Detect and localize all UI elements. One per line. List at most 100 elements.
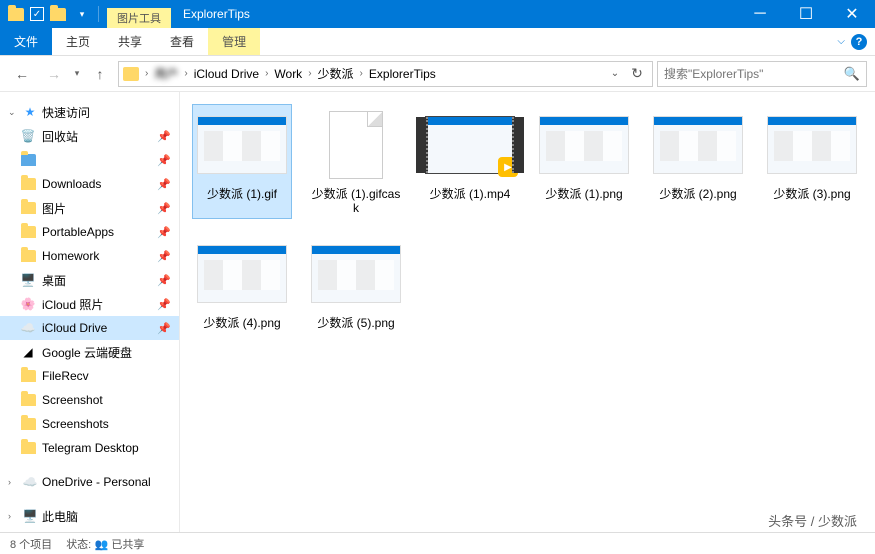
file-thumbnail — [538, 107, 630, 183]
breadcrumb-dropdown-icon[interactable]: ⌄ — [604, 63, 626, 85]
folder-icon — [20, 368, 36, 384]
file-item[interactable]: 少数派 (1).gifcask — [306, 104, 406, 219]
sidebar-item-filerecv[interactable]: FileRecv — [0, 364, 179, 388]
status-state: 状态: 👥 已共享 — [66, 536, 144, 552]
file-label: 少数派 (4).png — [203, 316, 280, 330]
sidebar-item-screenshots[interactable]: Screenshots — [0, 412, 179, 436]
tab-share[interactable]: 共享 — [104, 28, 156, 55]
file-label: 少数派 (3).png — [773, 187, 850, 201]
search-input[interactable] — [664, 67, 844, 81]
file-pane[interactable]: 少数派 (1).gif少数派 (1).gifcask▶少数派 (1).mp4少数… — [180, 92, 875, 532]
recycle-icon: 🗑️ — [20, 128, 36, 144]
pin-icon: 📌 — [157, 250, 171, 263]
breadcrumb-item[interactable]: ExplorerTips — [365, 67, 440, 81]
file-label: 少数派 (1).png — [545, 187, 622, 201]
sidebar-item-downloads[interactable]: Downloads📌 — [0, 172, 179, 196]
file-item[interactable]: 少数派 (5).png — [306, 233, 406, 333]
folder-icon — [20, 224, 36, 240]
breadcrumb-item[interactable]: iCloud Drive — [190, 67, 263, 81]
chevron-right-icon[interactable]: › — [358, 68, 365, 79]
status-bar: 8 个项目 状态: 👥 已共享 — [0, 532, 875, 554]
file-item[interactable]: 少数派 (2).png — [648, 104, 748, 219]
chevron-right-icon[interactable]: › — [306, 68, 313, 79]
icloud-icon: ☁️ — [20, 320, 36, 336]
sidebar: ⌄ ★ 快速访问 🗑️回收站📌 📌 Downloads📌 图片📌 Portabl… — [0, 92, 180, 532]
chevron-down-icon[interactable]: ⌄ — [8, 107, 18, 118]
chevron-right-icon[interactable]: › — [263, 68, 270, 79]
folder-icon — [20, 152, 36, 168]
pin-icon: 📌 — [157, 274, 171, 287]
file-thumbnail — [652, 107, 744, 183]
quick-access-toolbar: ✓ ▾ — [0, 4, 101, 24]
breadcrumb-item[interactable]: Work — [270, 67, 306, 81]
sidebar-item-screenshot[interactable]: Screenshot — [0, 388, 179, 412]
breadcrumb-item[interactable]: 少数派 — [314, 65, 358, 82]
tab-view[interactable]: 查看 — [156, 28, 208, 55]
breadcrumb[interactable]: › 用户 › iCloud Drive › Work › 少数派 › Explo… — [118, 61, 653, 87]
chevron-right-icon[interactable]: › — [8, 477, 18, 487]
pin-icon: 📌 — [157, 130, 171, 143]
pin-icon: 📌 — [157, 154, 171, 167]
qat-folder2-icon[interactable] — [48, 4, 68, 24]
status-count: 8 个项目 — [10, 536, 52, 552]
sidebar-item-portable[interactable]: PortableApps📌 — [0, 220, 179, 244]
breadcrumb-item-hidden[interactable]: 用户 — [150, 65, 182, 82]
desktop-icon: 🖥️ — [20, 272, 36, 288]
up-button[interactable]: ↑ — [86, 60, 114, 88]
help-icon[interactable]: ? — [851, 34, 867, 50]
qat-folder-icon[interactable] — [6, 4, 26, 24]
pin-icon: 📌 — [157, 298, 171, 311]
sidebar-item-recycle[interactable]: 🗑️回收站📌 — [0, 124, 179, 148]
sidebar-item-icloud-photo[interactable]: 🌸iCloud 照片📌 — [0, 292, 179, 316]
folder-icon — [20, 440, 36, 456]
sidebar-item-desktop[interactable]: 🖥️桌面📌 — [0, 268, 179, 292]
file-item[interactable]: ▶少数派 (1).mp4 — [420, 104, 520, 219]
sidebar-item-pictures[interactable]: 图片📌 — [0, 196, 179, 220]
folder-icon — [20, 416, 36, 432]
minimize-button[interactable]: ─ — [737, 0, 783, 28]
sidebar-item-google[interactable]: ◢Google 云端硬盘 — [0, 340, 179, 364]
cloud-icon: ☁️ — [22, 474, 38, 490]
pin-icon: 📌 — [157, 202, 171, 215]
sidebar-item-telegram[interactable]: Telegram Desktop — [0, 436, 179, 460]
contextual-tools-label: 图片工具 — [107, 0, 171, 28]
file-label: 少数派 (1).gifcask — [309, 187, 403, 216]
icloud-photo-icon: 🌸 — [20, 296, 36, 312]
search-icon[interactable]: 🔍 — [844, 66, 860, 82]
ribbon-collapse-icon[interactable]: ⌵ — [837, 36, 845, 47]
file-item[interactable]: 少数派 (1).gif — [192, 104, 292, 219]
sidebar-item-folder[interactable]: 📌 — [0, 148, 179, 172]
tab-home[interactable]: 主页 — [52, 28, 104, 55]
qat-checkbox-icon[interactable]: ✓ — [30, 7, 44, 21]
file-item[interactable]: 少数派 (4).png — [192, 233, 292, 333]
thispc-header[interactable]: ›🖥️此电脑 — [0, 504, 179, 528]
sidebar-item-homework[interactable]: Homework📌 — [0, 244, 179, 268]
onedrive-header[interactable]: ›☁️OneDrive - Personal — [0, 470, 179, 494]
file-label: 少数派 (1).gif — [207, 187, 277, 201]
search-box[interactable]: 🔍 — [657, 61, 867, 87]
history-dropdown-icon[interactable]: ▾ — [72, 68, 82, 79]
sidebar-item-icloud-drive[interactable]: ☁️iCloud Drive📌 — [0, 316, 179, 340]
chevron-right-icon[interactable]: › — [143, 68, 150, 79]
window-title: ExplorerTips — [183, 7, 250, 21]
file-label: 少数派 (2).png — [659, 187, 736, 201]
file-item[interactable]: 少数派 (3).png — [762, 104, 862, 219]
refresh-icon[interactable]: ↻ — [626, 63, 648, 85]
file-label: 少数派 (1).mp4 — [430, 187, 511, 201]
maximize-button[interactable]: ☐ — [783, 0, 829, 28]
tab-manage[interactable]: 管理 — [208, 28, 260, 55]
file-item[interactable]: 少数派 (1).png — [534, 104, 634, 219]
pin-icon: 📌 — [157, 322, 171, 335]
tab-file[interactable]: 文件 — [0, 28, 52, 55]
chevron-right-icon[interactable]: › — [182, 68, 189, 79]
quick-access-header[interactable]: ⌄ ★ 快速访问 — [0, 100, 179, 124]
qat-dropdown-icon[interactable]: ▾ — [72, 4, 92, 24]
folder-icon — [20, 392, 36, 408]
watermark: 头条号 / 少数派 — [768, 511, 857, 530]
back-button[interactable]: ← — [8, 60, 36, 88]
chevron-right-icon[interactable]: › — [8, 511, 18, 521]
address-bar: ← → ▾ ↑ › 用户 › iCloud Drive › Work › 少数派… — [0, 56, 875, 92]
pc-icon: 🖥️ — [22, 508, 38, 524]
file-thumbnail — [196, 236, 288, 312]
close-button[interactable]: ✕ — [829, 0, 875, 28]
